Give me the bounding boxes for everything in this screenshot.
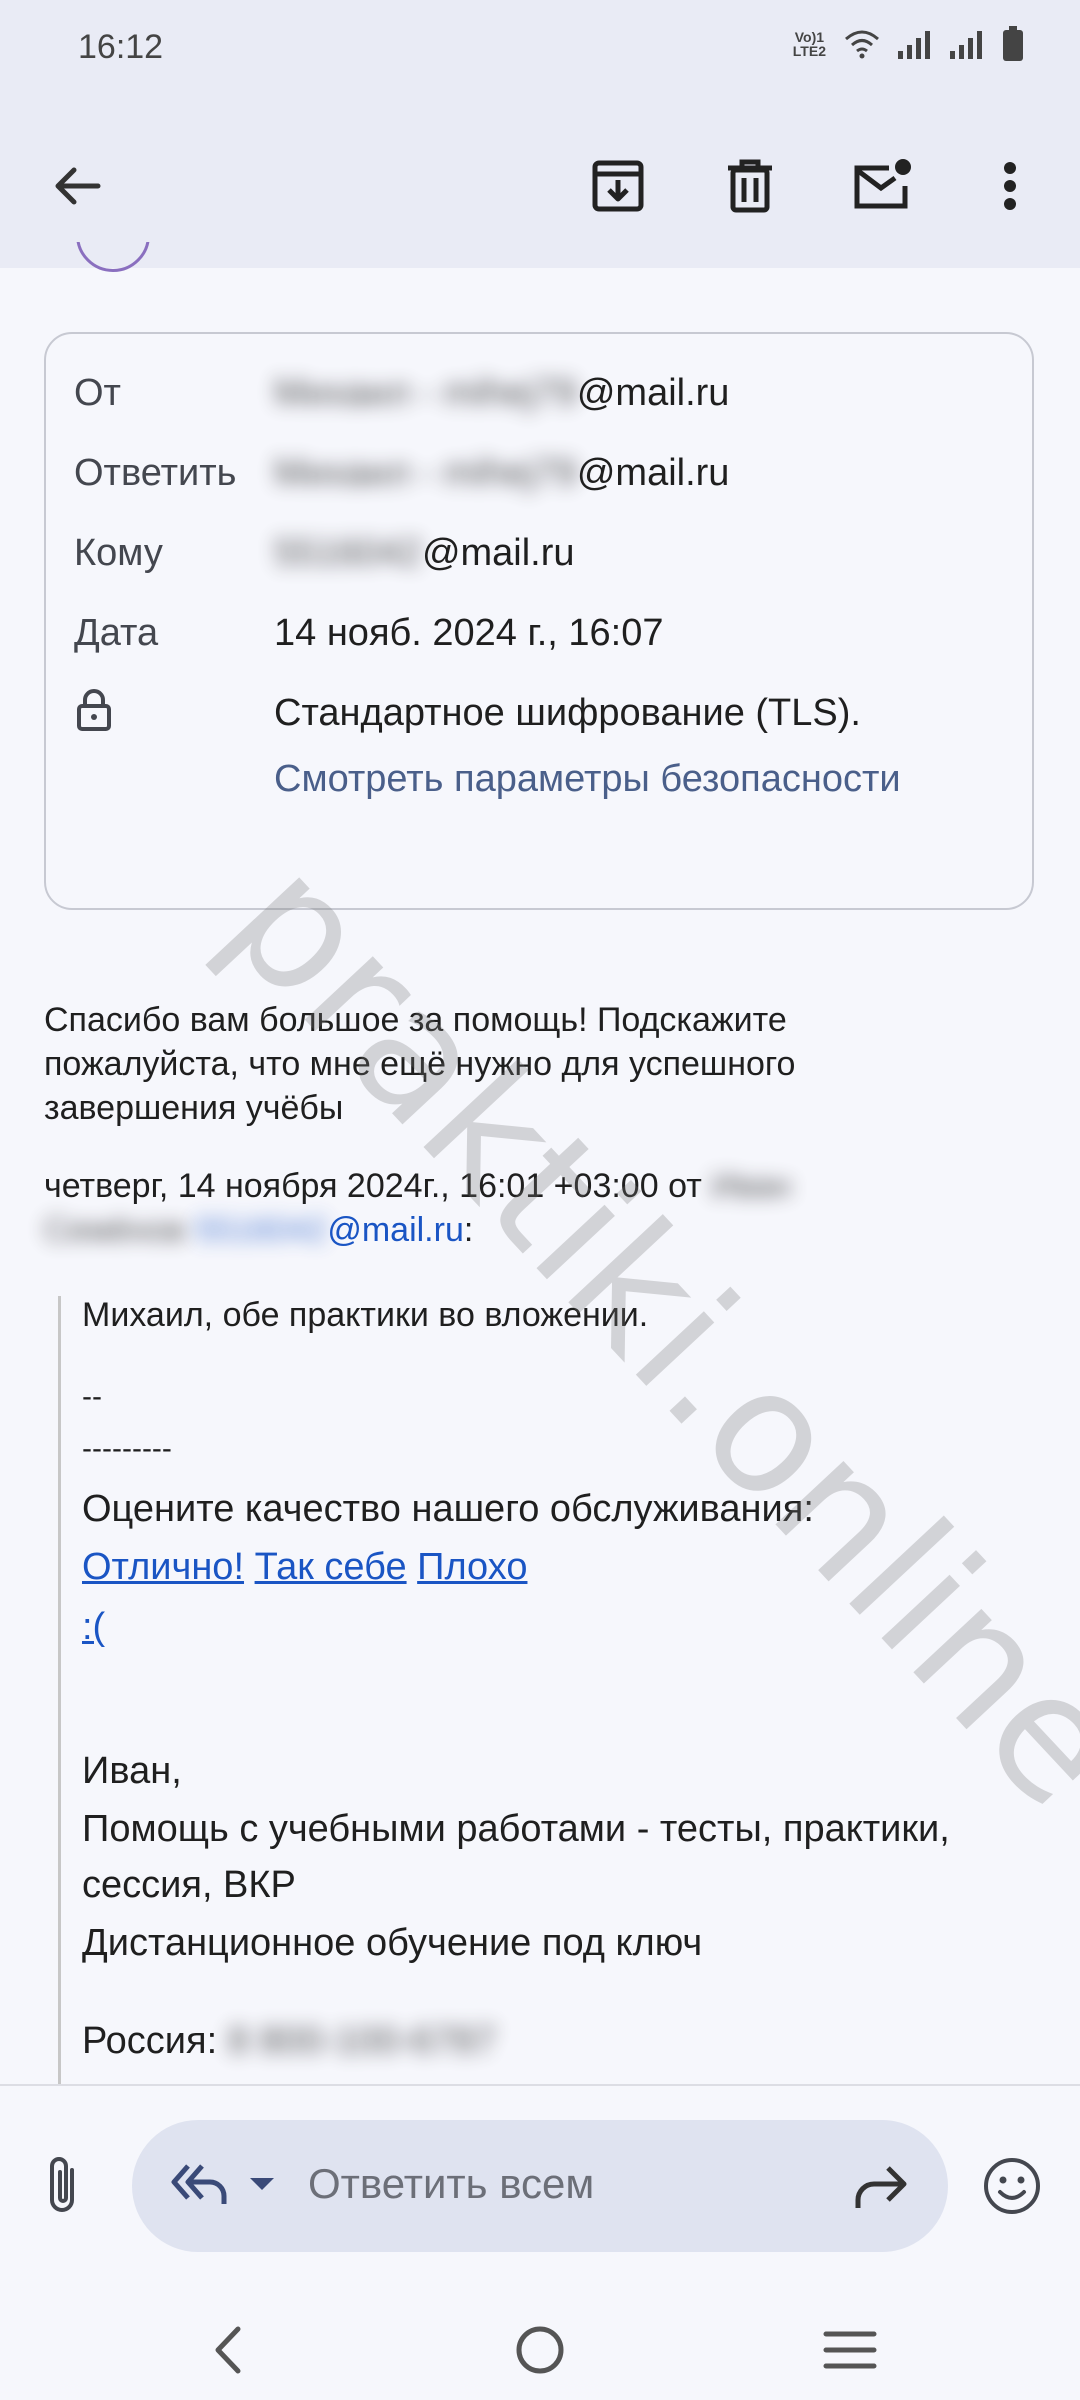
- quote-header-colon: :: [463, 1211, 474, 1249]
- battery-icon: [1003, 26, 1023, 61]
- volte-icon: Vo)1 LTE2: [792, 29, 826, 59]
- from-value[interactable]: Михаил - mihej79@mail.ru: [274, 372, 729, 415]
- paperclip-icon: [50, 2157, 74, 2212]
- avatar: [76, 242, 150, 272]
- status-time: 16:12: [78, 28, 164, 66]
- lock-icon: [76, 688, 112, 737]
- rate-prompt: Оцените качество нашего обслуживания:: [82, 1488, 814, 1530]
- quoted-services-3: Дистанционное обучение под ключ: [82, 1922, 703, 1964]
- to-label: Кому: [74, 532, 163, 574]
- rate-sad: :(: [82, 1606, 105, 1649]
- emoji-icon: [984, 2158, 1040, 2214]
- more-options-button[interactable]: [974, 150, 1046, 222]
- to-domain: @mail.ru: [421, 532, 575, 574]
- rate-links: Отлично! Так себе Плохо: [82, 1546, 527, 1589]
- status-bar: 16:12 Vo)1 LTE2: [0, 0, 1080, 100]
- quote-sender-surname-blurred: Семёнов: [44, 1211, 186, 1249]
- mark-unread-button[interactable]: [846, 150, 918, 222]
- from-label: От: [74, 372, 121, 414]
- nav-home-icon: [516, 2326, 564, 2374]
- message-line-1: Спасибо вам большое за помощь! Подскажит…: [44, 1001, 787, 1039]
- rate-ok-link[interactable]: Так себе: [255, 1546, 407, 1588]
- nav-back-icon: [215, 2326, 241, 2374]
- quote-bar: [58, 1296, 61, 2086]
- signal-1-icon: [898, 31, 930, 59]
- nav-back-button[interactable]: [188, 2310, 268, 2390]
- message-line-2: пожалуйста, что мне ещё нужно для успешн…: [44, 1045, 796, 1083]
- trash-icon: [728, 159, 772, 213]
- quoted-name: Иван,: [82, 1750, 182, 1792]
- wifi-icon: [845, 30, 879, 59]
- emoji-button[interactable]: [982, 2156, 1042, 2221]
- toolbar: [0, 100, 1080, 268]
- from-name-blurred: Михаил - mihej79: [274, 372, 577, 414]
- quote-sender-name-blurred: Иван: [711, 1167, 792, 1205]
- rate-excellent-link[interactable]: Отлично!: [82, 1546, 244, 1588]
- quoted-attachment-note: Михаил, обе практики во вложении.: [82, 1296, 649, 1334]
- reply-all-field[interactable]: Ответить всем: [132, 2120, 948, 2252]
- rate-sad-link[interactable]: :(: [82, 1606, 105, 1648]
- quote-sender-email-domain[interactable]: @mail.ru: [327, 1211, 464, 1249]
- reply-to-domain: @mail.ru: [576, 452, 730, 494]
- quote-header-line-1: четверг, 14 ноября 2024г., 16:01 +03:00 …: [44, 1164, 791, 1208]
- message-details-card: От Михаил - mihej79@mail.ru Ответить Мих…: [44, 332, 1034, 910]
- status-icons: Vo)1 LTE2: [793, 26, 1024, 62]
- signal-2-icon: [950, 31, 982, 59]
- to-value[interactable]: 5516042@mail.ru: [274, 532, 575, 575]
- date-label: Дата: [74, 612, 159, 654]
- quote-header-text: четверг, 14 ноября 2024г., 16:01 +03:00 …: [44, 1167, 712, 1205]
- reply-to-value[interactable]: Михаил - mihej79@mail.ru: [274, 452, 729, 495]
- reply-dropdown-icon[interactable]: [248, 2176, 276, 2199]
- to-name-blurred: 5516042: [274, 532, 422, 574]
- quoted-sig-dash-1: --: [82, 1380, 102, 1413]
- archive-button[interactable]: [582, 150, 654, 222]
- back-button[interactable]: [40, 150, 112, 222]
- reply-to-label: Ответить: [74, 452, 237, 494]
- date-value: 14 нояб. 2024 г., 16:07: [274, 612, 664, 654]
- mail-unread-icon: [854, 159, 911, 209]
- attach-button[interactable]: [36, 2154, 92, 2223]
- nav-recents-button[interactable]: [810, 2310, 890, 2390]
- quoted-services-1: Помощь с учебными работами - тесты, прак…: [82, 1808, 950, 1850]
- reply-all-placeholder: Ответить всем: [308, 2160, 595, 2207]
- russia-phone-blurred: 8 800-100-6787: [227, 2020, 497, 2062]
- rate-bad-link[interactable]: Плохо: [417, 1546, 527, 1588]
- security-details-link[interactable]: Смотреть параметры безопасности: [274, 758, 901, 801]
- reply-all-icon[interactable]: [168, 2160, 230, 2213]
- russia-phone-line: Россия: 8 800-100-6787: [82, 2020, 496, 2063]
- back-arrow-icon: [55, 167, 101, 205]
- forward-icon[interactable]: [852, 2164, 908, 2215]
- encryption-text: Стандартное шифрование (TLS).: [274, 692, 861, 734]
- quoted-sig-dash-2: ---------: [82, 1432, 172, 1465]
- archive-icon: [592, 160, 644, 212]
- reply-to-name-blurred: Михаил - mihej79: [274, 452, 577, 494]
- quoted-services-2: сессия, ВКР: [82, 1864, 296, 1906]
- more-vert-icon: [1004, 162, 1016, 210]
- russia-label: Россия:: [82, 2020, 228, 2062]
- nav-home-button[interactable]: [500, 2310, 580, 2390]
- quote-sender-email-blurred: 5516042: [194, 1211, 328, 1249]
- delete-button[interactable]: [714, 150, 786, 222]
- quote-header-line-2: Семёнов 5516042@mail.ru:: [44, 1208, 473, 1252]
- from-domain: @mail.ru: [576, 372, 730, 414]
- nav-recents-icon: [823, 2331, 877, 2369]
- message-line-3: завершения учёбы: [44, 1089, 344, 1127]
